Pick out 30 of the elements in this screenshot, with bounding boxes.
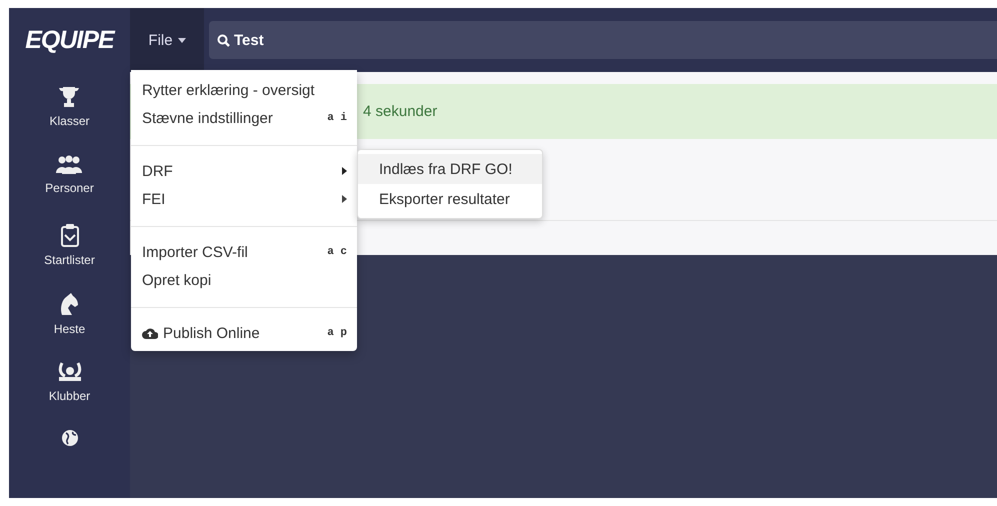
shortcut-hint: a c bbox=[327, 246, 347, 258]
people-icon bbox=[56, 154, 82, 175]
submenu-item[interactable]: Indlæs fra DRF GO! bbox=[358, 154, 542, 184]
trophy-icon bbox=[58, 86, 80, 108]
alert-text: 4 sekunder bbox=[363, 103, 438, 120]
menu-item[interactable]: Stævne indstillinger a i bbox=[131, 104, 357, 132]
logo-text: EQUIPE bbox=[25, 26, 114, 54]
menu-item[interactable]: Rytter erklæring - oversigt bbox=[131, 76, 357, 104]
file-menu-button[interactable]: File bbox=[130, 8, 204, 72]
sidebar-item[interactable]: Heste bbox=[54, 292, 86, 361]
menu-item[interactable]: Importer CSV-fil a c bbox=[131, 238, 357, 266]
globe-icon bbox=[60, 429, 78, 448]
sidebar-item[interactable]: Startlister bbox=[44, 223, 95, 292]
cloud-upload-icon bbox=[142, 327, 158, 339]
horseshoe-icon bbox=[58, 360, 82, 383]
menu-item[interactable]: Publish Online a p bbox=[131, 319, 357, 347]
sidebar-item[interactable]: Klasser bbox=[49, 86, 90, 155]
search-field[interactable]: Test bbox=[209, 21, 997, 59]
horse-head-icon bbox=[59, 292, 80, 316]
search-icon bbox=[217, 34, 230, 46]
sidebar-item[interactable]: Klubber bbox=[48, 360, 90, 430]
menu-item[interactable]: Opret kopi bbox=[131, 266, 357, 294]
caret-icon bbox=[178, 38, 186, 42]
menu-item[interactable]: FEI bbox=[131, 185, 357, 213]
clipboard-icon bbox=[60, 223, 80, 248]
sidebar-item[interactable]: Personer bbox=[45, 154, 94, 224]
shortcut-hint: a i bbox=[327, 112, 347, 124]
shortcut-hint: a p bbox=[327, 327, 347, 339]
menu-item[interactable]: DRF bbox=[131, 157, 357, 185]
submenu-item[interactable]: Eksporter resultater bbox=[358, 184, 542, 214]
